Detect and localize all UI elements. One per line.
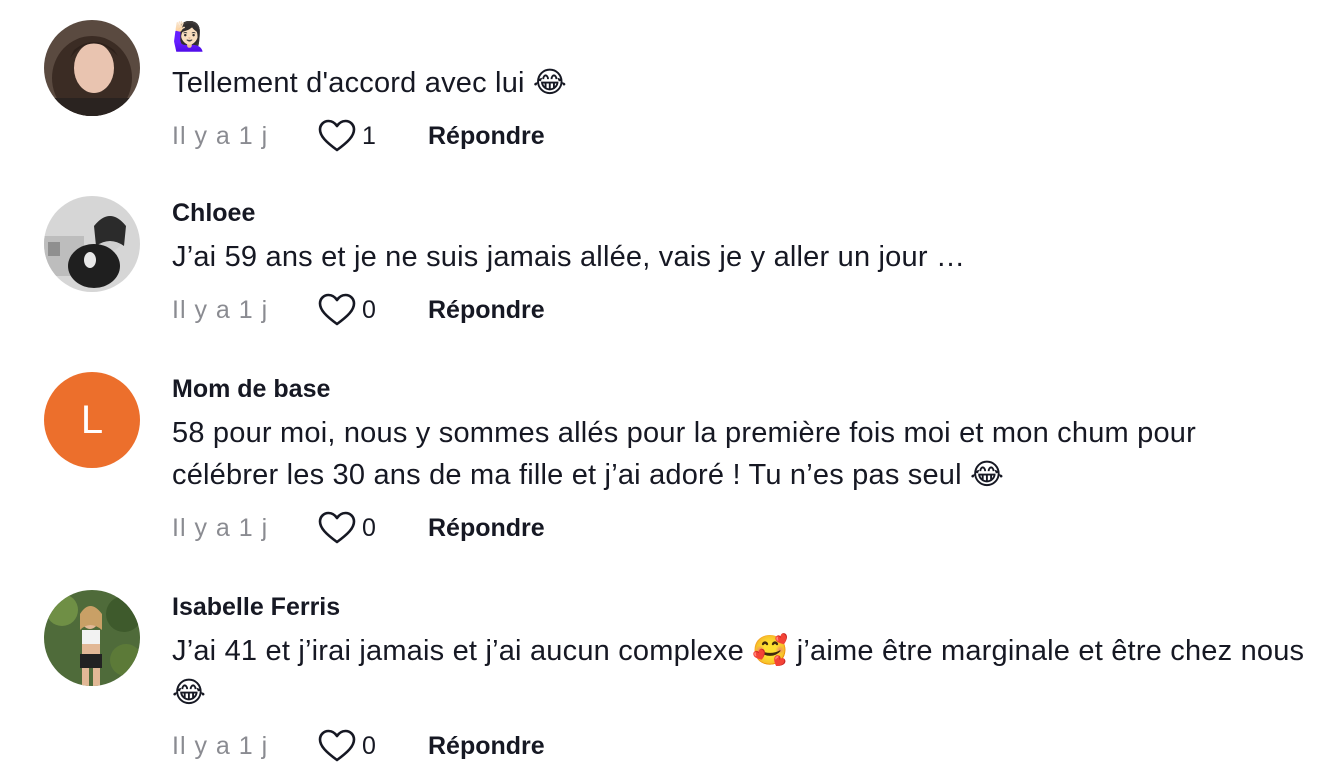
- avatar[interactable]: [44, 196, 140, 292]
- heart-outline-icon: [318, 511, 356, 544]
- like-count: 0: [362, 731, 376, 760]
- heart-outline-icon: [318, 293, 356, 326]
- comment-text: J’ai 41 et j’irai jamais et j’ai aucun c…: [172, 635, 1305, 709]
- reply-button[interactable]: Répondre: [428, 732, 545, 761]
- heart-outline-icon: [318, 119, 356, 152]
- comment-meta: Il y a 1 j 0 Répondre: [172, 288, 1314, 332]
- like-count: 0: [362, 513, 376, 542]
- like-button[interactable]: 0: [318, 511, 428, 545]
- username[interactable]: Chloee: [172, 196, 1314, 230]
- avatar-letter: L: [80, 397, 104, 442]
- comment-text: 58 pour moi, nous y sommes allés pour la…: [172, 417, 1196, 491]
- avatar[interactable]: L: [44, 372, 140, 468]
- comment-time: Il y a 1 j: [172, 121, 269, 150]
- comment-time: Il y a 1 j: [172, 513, 269, 542]
- like-button[interactable]: 1: [318, 119, 428, 153]
- comment-meta: Il y a 1 j 0 Répondre: [172, 506, 1314, 550]
- avatar-photo: [44, 196, 140, 292]
- comment-meta: Il y a 1 j 1 Répondre: [172, 114, 1314, 158]
- username[interactable]: Isabelle Ferris: [172, 590, 1314, 624]
- avatar[interactable]: [44, 590, 140, 686]
- like-count: 1: [362, 121, 376, 150]
- avatar-photo: [44, 590, 140, 686]
- comment-meta: Il y a 1 j 0 Répondre: [172, 724, 1314, 768]
- username[interactable]: Mom de base: [172, 372, 1314, 406]
- comment-text: J’ai 59 ans et je ne suis jamais allée, …: [172, 241, 966, 273]
- avatar-photo: [44, 20, 140, 116]
- username-emoji: 🙋🏻‍♀️: [172, 20, 207, 53]
- avatar[interactable]: [44, 20, 140, 116]
- like-button[interactable]: 0: [318, 293, 428, 327]
- comment-time: Il y a 1 j: [172, 731, 269, 760]
- like-button[interactable]: 0: [318, 729, 428, 763]
- like-count: 0: [362, 295, 376, 324]
- reply-button[interactable]: Répondre: [428, 296, 545, 325]
- reply-button[interactable]: Répondre: [428, 122, 545, 151]
- heart-outline-icon: [318, 729, 356, 762]
- reply-button[interactable]: Répondre: [428, 514, 545, 543]
- comment-time: Il y a 1 j: [172, 295, 269, 324]
- comment-text: Tellement d'accord avec lui 😂: [172, 67, 568, 99]
